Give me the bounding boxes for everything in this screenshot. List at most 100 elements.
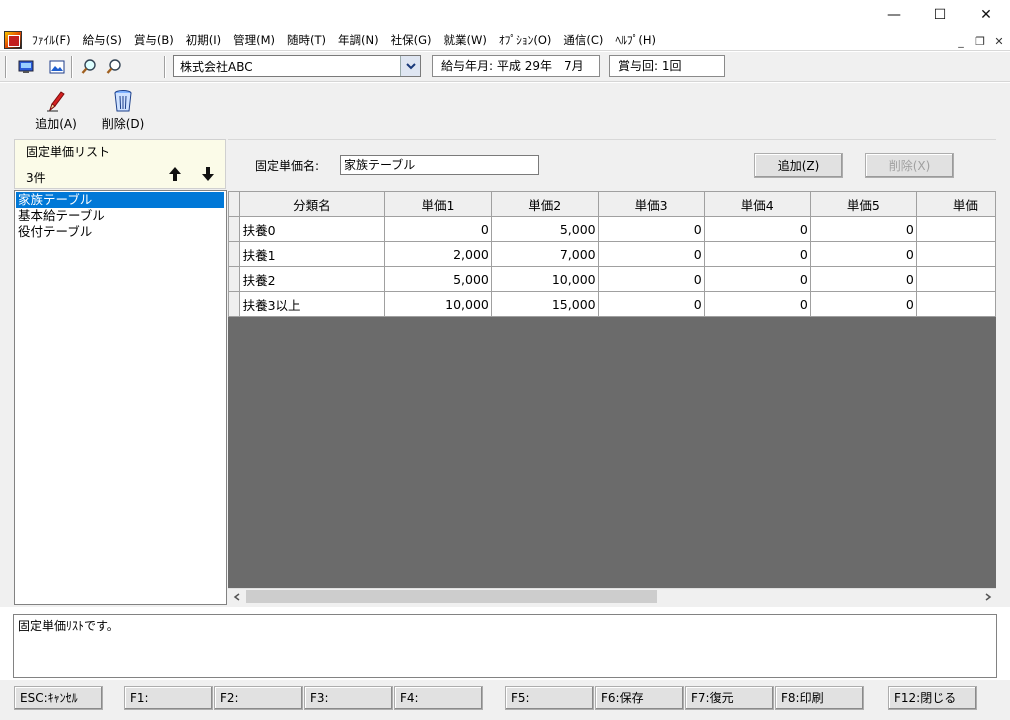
- table-cell[interactable]: 扶養2: [238, 266, 386, 292]
- table-cell[interactable]: 10,000: [490, 266, 599, 292]
- table-cell[interactable]: [915, 266, 996, 292]
- table-cell[interactable]: [915, 291, 996, 317]
- table-cell[interactable]: 15,000: [490, 291, 599, 317]
- table-cell[interactable]: 10,000: [384, 291, 492, 317]
- row-header-corner: [228, 191, 240, 217]
- move-down-button[interactable]: [199, 164, 217, 184]
- menu-anytime[interactable]: 随時(T): [281, 30, 332, 51]
- zoom-out-icon[interactable]: [104, 57, 124, 77]
- list-item[interactable]: 基本給テーブル: [16, 208, 224, 224]
- column-header: 単価: [915, 191, 996, 217]
- window-maximize-button[interactable]: ☐: [917, 0, 963, 30]
- table-cell[interactable]: 0: [703, 216, 811, 242]
- row-header[interactable]: [228, 266, 240, 292]
- table-cell[interactable]: 7,000: [490, 241, 599, 267]
- f8-print-button[interactable]: F8:印刷: [775, 686, 864, 710]
- bonus-round-label: 賞与回:: [618, 59, 659, 73]
- menu-social-insurance[interactable]: 社保(G): [385, 30, 438, 51]
- table-cell[interactable]: 0: [809, 291, 917, 317]
- menu-help[interactable]: ﾍﾙﾌﾟ(H): [609, 30, 662, 51]
- arrow-up-icon: [169, 167, 181, 181]
- table-cell[interactable]: 2,000: [384, 241, 492, 267]
- f1-button[interactable]: F1:: [124, 686, 213, 710]
- f7-restore-button[interactable]: F7:復元: [685, 686, 774, 710]
- table-cell[interactable]: 0: [809, 241, 917, 267]
- menu-communication[interactable]: 通信(C): [557, 30, 609, 51]
- list-item[interactable]: 役付テーブル: [16, 224, 224, 240]
- move-up-button[interactable]: [166, 164, 184, 184]
- column-header: 単価1: [384, 191, 492, 217]
- table-row[interactable]: 扶養0 0 5,000 0 0 0: [228, 216, 996, 242]
- delete-button[interactable]: 削除(D): [93, 89, 153, 135]
- menu-bonus[interactable]: 賞与(B): [128, 30, 180, 51]
- monitor-icon[interactable]: [16, 57, 36, 77]
- title-bar: [0, 0, 1010, 30]
- mdi-close-button[interactable]: ✕: [991, 33, 1007, 49]
- table-cell[interactable]: 0: [809, 266, 917, 292]
- f12-close-button[interactable]: F12:閉じる: [888, 686, 977, 710]
- table-row[interactable]: 扶養3以上 10,000 15,000 0 0 0: [228, 291, 996, 317]
- trash-icon: [114, 90, 132, 112]
- row-header[interactable]: [228, 291, 240, 317]
- table-row[interactable]: 扶養2 5,000 10,000 0 0 0: [228, 266, 996, 292]
- table-cell[interactable]: 0: [597, 266, 705, 292]
- menu-file[interactable]: ﾌｧｲﾙ(F): [26, 30, 77, 51]
- table-cell[interactable]: 0: [703, 266, 811, 292]
- scroll-right-icon[interactable]: [979, 588, 996, 605]
- company-select[interactable]: 株式会社ABC: [173, 55, 421, 77]
- table-header-row: 分類名 単価1 単価2 単価3 単価4 単価5 単価: [228, 191, 996, 217]
- table-cell[interactable]: 0: [384, 216, 492, 242]
- scrollbar-thumb[interactable]: [246, 590, 657, 603]
- toolbar-separator: [164, 56, 166, 78]
- table-cell[interactable]: 0: [597, 291, 705, 317]
- fixed-price-name-input[interactable]: 家族テーブル: [340, 155, 539, 175]
- f2-button[interactable]: F2:: [214, 686, 303, 710]
- menu-bar: ﾌｧｲﾙ(F) 給与(S) 賞与(B) 初期(I) 管理(M) 随時(T) 年調…: [0, 30, 1010, 51]
- menu-manage[interactable]: 管理(M): [227, 30, 281, 51]
- column-header: 分類名: [238, 191, 386, 217]
- mdi-minimize-button[interactable]: _: [953, 33, 969, 49]
- table-cell[interactable]: 0: [703, 291, 811, 317]
- table-cell[interactable]: 0: [597, 216, 705, 242]
- app-icon[interactable]: [4, 31, 22, 49]
- menu-options[interactable]: ｵﾌﾟｼｮﾝ(O): [493, 30, 558, 51]
- table-row[interactable]: 扶養1 2,000 7,000 0 0 0: [228, 241, 996, 267]
- menu-salary[interactable]: 給与(S): [77, 30, 128, 51]
- f4-button[interactable]: F4:: [394, 686, 483, 710]
- table-cell[interactable]: 0: [597, 241, 705, 267]
- esc-cancel-button[interactable]: ESC:ｷｬﾝｾﾙ: [14, 686, 103, 710]
- row-add-button[interactable]: 追加(Z): [754, 153, 843, 178]
- menu-year-end[interactable]: 年調(N): [332, 30, 385, 51]
- table-cell[interactable]: 0: [809, 216, 917, 242]
- table-cell[interactable]: [915, 216, 996, 242]
- table-cell[interactable]: 5,000: [384, 266, 492, 292]
- row-header[interactable]: [228, 241, 240, 267]
- menu-initial[interactable]: 初期(I): [180, 30, 227, 51]
- table-cell[interactable]: [915, 241, 996, 267]
- image-icon[interactable]: [47, 57, 67, 77]
- table-cell[interactable]: 扶養1: [238, 241, 386, 267]
- add-button[interactable]: 追加(A): [26, 89, 86, 135]
- list-item[interactable]: 家族テーブル: [16, 192, 224, 208]
- table-cell[interactable]: 5,000: [490, 216, 599, 242]
- table-cell[interactable]: 0: [703, 241, 811, 267]
- table-cell[interactable]: 扶養0: [238, 216, 386, 242]
- f3-button[interactable]: F3:: [304, 686, 393, 710]
- delete-button-label: 削除(D): [101, 117, 145, 131]
- bonus-round-display: 賞与回: 1回: [609, 55, 725, 77]
- row-header[interactable]: [228, 216, 240, 242]
- chevron-down-icon[interactable]: [400, 56, 420, 76]
- menu-attendance[interactable]: 就業(W): [438, 30, 493, 51]
- f6-save-button[interactable]: F6:保存: [595, 686, 684, 710]
- row-delete-button[interactable]: 削除(X): [865, 153, 954, 178]
- mdi-restore-button[interactable]: ❐: [972, 33, 988, 49]
- table-cell[interactable]: 扶養3以上: [238, 291, 386, 317]
- column-header: 単価3: [597, 191, 705, 217]
- scroll-left-icon[interactable]: [228, 588, 245, 605]
- f5-button[interactable]: F5:: [505, 686, 594, 710]
- window-close-button[interactable]: ✕: [963, 0, 1009, 30]
- price-grid: 分類名 単価1 単価2 単価3 単価4 単価5 単価 扶養0 0 5,000 0…: [228, 191, 996, 588]
- zoom-in-icon[interactable]: [79, 57, 99, 77]
- fixed-price-list[interactable]: 家族テーブル 基本給テーブル 役付テーブル: [14, 190, 227, 605]
- window-minimize-button[interactable]: —: [871, 0, 917, 30]
